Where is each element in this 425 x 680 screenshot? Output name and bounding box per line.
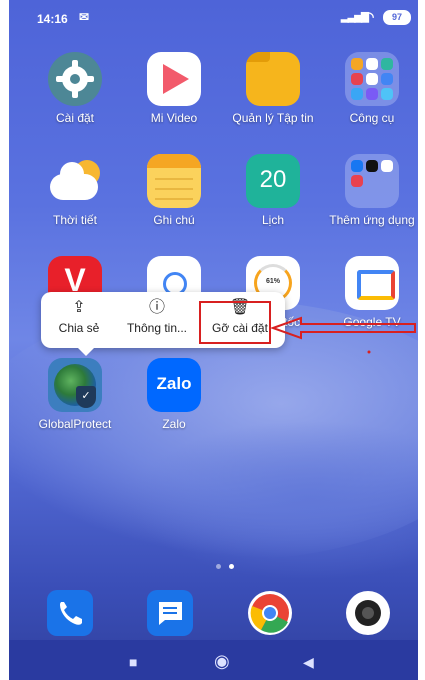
- folder-tools[interactable]: Công cụ: [322, 52, 418, 125]
- folder-grid-icon: [345, 154, 399, 208]
- wifi-icon: ◠: [363, 9, 375, 24]
- folder-more-apps[interactable]: Thêm ứng dụng: [322, 154, 418, 227]
- phone-screen: 14:16 ✉ ▂▃▅▇ ◠ 97 Cài đặt Mi Video Quản …: [9, 0, 418, 680]
- folder-grid-icon: [345, 52, 399, 106]
- app-label: Mi Video: [150, 111, 198, 125]
- info-label: Thông tin...: [126, 321, 188, 335]
- messages-icon: [147, 590, 193, 636]
- battery-icon: 97: [383, 10, 411, 25]
- camera-icon: [346, 591, 390, 635]
- page-dot: [216, 564, 221, 569]
- notification-icon: ✉: [79, 10, 90, 24]
- back-button[interactable]: ◀: [303, 654, 314, 671]
- share-button[interactable]: ⇪ Chia sẻ: [49, 298, 109, 335]
- play-icon: [147, 52, 201, 106]
- app-weather[interactable]: Thời tiết: [25, 154, 125, 227]
- dock-phone[interactable]: [47, 590, 93, 636]
- notes-icon: [147, 154, 201, 208]
- page-indicator: [212, 556, 238, 574]
- app-label: GlobalProtect: [38, 417, 112, 431]
- annotation-highlight-box: [199, 301, 271, 344]
- app-label: Thời tiết: [53, 213, 97, 227]
- app-zalo[interactable]: Zalo Zalo: [124, 358, 224, 431]
- app-mi-video[interactable]: Mi Video: [124, 52, 224, 125]
- recents-button[interactable]: ■: [129, 654, 137, 670]
- dock-messages[interactable]: [147, 590, 193, 636]
- chrome-icon: [248, 591, 292, 635]
- globe-shield-icon: ✓: [48, 358, 102, 412]
- app-label: Cài đặt: [55, 111, 95, 125]
- status-time: 14:16: [37, 12, 68, 26]
- status-bar: 14:16 ✉ ▂▃▅▇ ◠ 97: [9, 0, 418, 36]
- zalo-icon: Zalo: [147, 358, 201, 412]
- app-label: Ghi chú: [153, 213, 195, 227]
- share-label: Chia sẻ: [58, 321, 100, 335]
- app-info-button[interactable]: ⓘ Thông tin...: [121, 298, 193, 335]
- app-label: Zalo: [162, 417, 186, 431]
- navigation-bar: ■ ◉ ◀: [9, 640, 418, 680]
- app-calendar[interactable]: 20 Lịch: [223, 154, 323, 227]
- home-button[interactable]: ◉: [214, 651, 230, 672]
- page-dot-active: [229, 564, 234, 569]
- app-globalprotect[interactable]: ✓ GlobalProtect: [25, 358, 125, 431]
- gear-icon: [48, 52, 102, 106]
- app-label: Công cụ: [349, 111, 395, 125]
- annotation-arrow-icon: [271, 316, 416, 354]
- dock-chrome[interactable]: [247, 590, 293, 636]
- app-label: Quản lý Tập tin: [232, 111, 314, 125]
- phone-icon: [47, 590, 93, 636]
- calendar-icon: 20: [246, 154, 300, 208]
- app-label: Thêm ứng dụng: [329, 213, 415, 227]
- weather-icon: [48, 154, 102, 208]
- app-file-manager[interactable]: Quản lý Tập tin: [223, 52, 323, 125]
- app-notes[interactable]: Ghi chú: [124, 154, 224, 227]
- tv-icon: [345, 256, 399, 310]
- folder-icon: [246, 52, 300, 106]
- app-settings[interactable]: Cài đặt: [25, 52, 125, 125]
- share-icon: ⇪: [72, 299, 86, 316]
- dock-camera[interactable]: [345, 590, 391, 636]
- app-label: Lịch: [261, 213, 284, 227]
- info-icon: ⓘ: [148, 299, 165, 316]
